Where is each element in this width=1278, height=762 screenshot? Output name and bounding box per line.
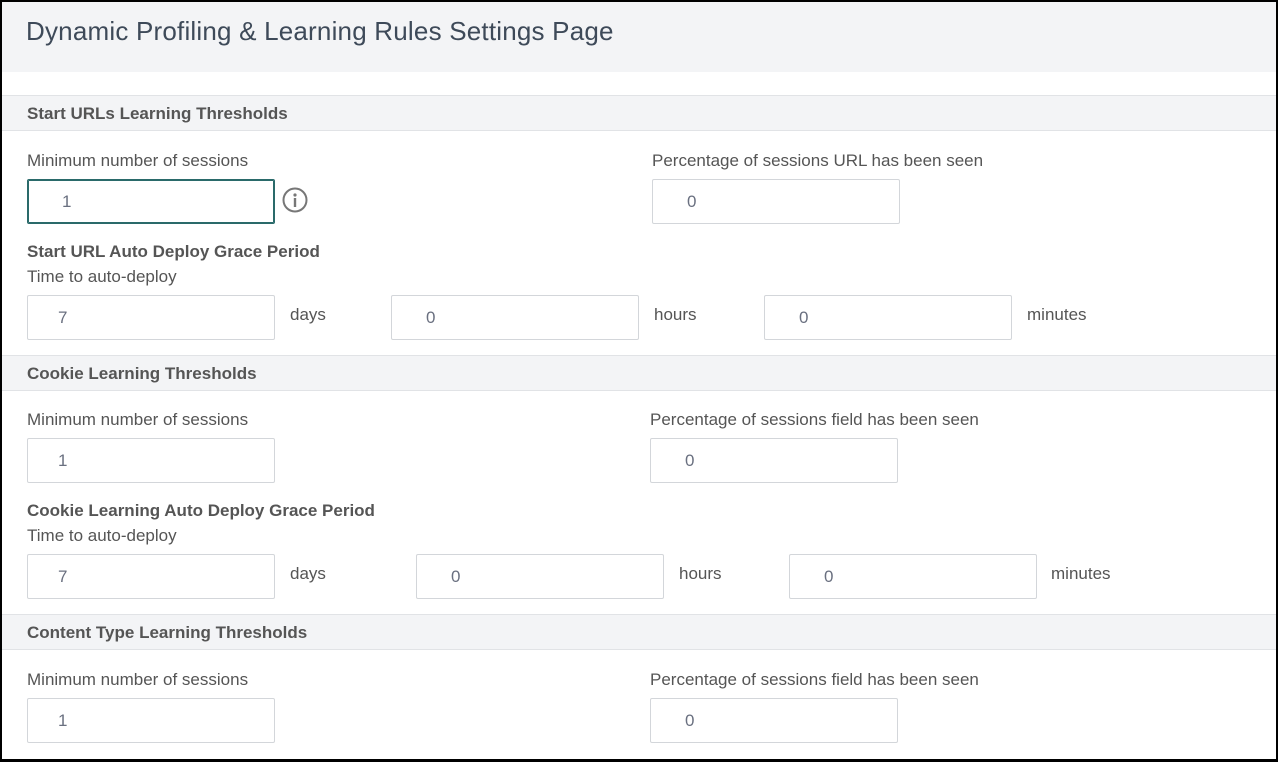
cookie-percentage-label: Percentage of sessions field has been se… — [650, 410, 979, 429]
cookie-hours-unit: hours — [679, 564, 722, 583]
content-type-percentage-label: Percentage of sessions field has been se… — [650, 670, 979, 689]
start-urls-min-sessions-label: Minimum number of sessions — [27, 151, 249, 170]
start-urls-minutes-input[interactable] — [764, 295, 1012, 340]
start-urls-minutes-unit: minutes — [1027, 305, 1087, 324]
cookie-min-sessions-input[interactable] — [27, 438, 275, 483]
page-header: Dynamic Profiling & Learning Rules Setti… — [2, 2, 1276, 72]
section-header-start-urls: Start URLs Learning Thresholds — [2, 95, 1276, 131]
section-title-cookie: Cookie Learning Thresholds — [27, 364, 257, 383]
start-urls-hours-input[interactable] — [391, 295, 639, 340]
content-type-min-sessions-input[interactable] — [27, 698, 275, 743]
start-urls-grace-title: Start URL Auto Deploy Grace Period — [27, 242, 320, 261]
start-urls-hours-unit: hours — [654, 305, 697, 324]
cookie-minutes-input[interactable] — [789, 554, 1037, 599]
cookie-days-input[interactable] — [27, 554, 275, 599]
settings-page: Dynamic Profiling & Learning Rules Setti… — [0, 0, 1278, 762]
cookie-minutes-unit: minutes — [1051, 564, 1111, 583]
section-header-cookie: Cookie Learning Thresholds — [2, 355, 1276, 391]
start-urls-min-sessions-input[interactable] — [27, 179, 275, 224]
cookie-days-unit: days — [290, 564, 326, 583]
section-title-content-type: Content Type Learning Thresholds — [27, 623, 308, 642]
start-urls-days-unit: days — [290, 305, 326, 324]
cookie-min-sessions-label: Minimum number of sessions — [27, 410, 249, 429]
start-urls-percentage-label: Percentage of sessions URL has been seen — [652, 151, 984, 170]
cookie-percentage-input[interactable] — [650, 438, 898, 483]
info-circle-icon[interactable] — [282, 187, 308, 213]
page-title: Dynamic Profiling & Learning Rules Setti… — [26, 16, 614, 46]
cookie-hours-input[interactable] — [416, 554, 664, 599]
start-urls-time-label: Time to auto-deploy — [27, 267, 177, 286]
start-urls-percentage-input[interactable] — [652, 179, 900, 224]
content-type-min-sessions-label: Minimum number of sessions — [27, 670, 249, 689]
start-urls-days-input[interactable] — [27, 295, 275, 340]
section-title-start-urls: Start URLs Learning Thresholds — [27, 104, 288, 123]
content-type-percentage-input[interactable] — [650, 698, 898, 743]
cookie-time-label: Time to auto-deploy — [27, 526, 177, 545]
section-header-content-type: Content Type Learning Thresholds — [2, 614, 1276, 650]
cookie-grace-title: Cookie Learning Auto Deploy Grace Period — [27, 501, 375, 520]
